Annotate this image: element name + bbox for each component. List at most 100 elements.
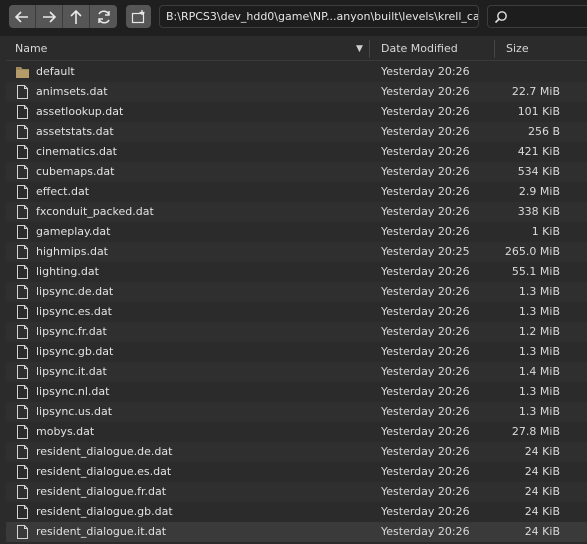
file-icon: [16, 305, 29, 319]
file-name: effect.dat: [36, 185, 90, 198]
file-date-modified: Yesterday 20:26: [381, 145, 470, 158]
file-name: animsets.dat: [36, 85, 108, 98]
file-date-modified: Yesterday 20:26: [381, 445, 470, 458]
file-date-modified: Yesterday 20:26: [381, 485, 470, 498]
file-row[interactable]: lipsync.es.dat Yesterday 20:26 1.3 MiB: [6, 302, 587, 322]
folder-icon: [16, 65, 29, 79]
file-name: lipsync.nl.dat: [36, 385, 110, 398]
file-row[interactable]: resident_dialogue.gb.dat Yesterday 20:26 2…: [6, 502, 587, 522]
file-row[interactable]: mobys.dat Yesterday 20:26 27.8 MiB: [6, 422, 587, 442]
file-row[interactable]: assetlookup.dat Yesterday 20:26 101 KiB: [6, 102, 587, 122]
file-icon: [16, 85, 29, 99]
file-row[interactable]: default Yesterday 20:26: [6, 62, 587, 82]
file-date-modified: Yesterday 20:26: [381, 305, 470, 318]
file-size: 24 KiB: [524, 445, 560, 458]
file-row[interactable]: lipsync.us.dat Yesterday 20:26 1.3 MiB: [6, 402, 587, 422]
date-column-header[interactable]: Date Modified: [381, 38, 458, 60]
file-size: 22.7 MiB: [511, 85, 560, 98]
size-column-header[interactable]: Size: [506, 38, 529, 60]
file-size: 24 KiB: [524, 465, 560, 478]
arrow-left-icon: [14, 10, 28, 23]
file-name: resident_dialogue.de.dat: [36, 445, 173, 458]
file-size: 55.1 MiB: [511, 265, 560, 278]
file-row[interactable]: fxconduit_packed.dat Yesterday 20:26 338 K…: [6, 202, 587, 222]
file-size: 1.2 MiB: [518, 325, 560, 338]
file-date-modified: Yesterday 20:26: [381, 105, 470, 118]
file-name: default: [36, 65, 75, 78]
file-row[interactable]: cubemaps.dat Yesterday 20:26 534 KiB: [6, 162, 587, 182]
file-row[interactable]: lighting.dat Yesterday 20:26 55.1 MiB: [6, 262, 587, 282]
new-folder-button[interactable]: [126, 5, 151, 28]
file-row[interactable]: lipsync.gb.dat Yesterday 20:26 1.3 MiB: [6, 342, 587, 362]
file-icon: [16, 465, 29, 479]
file-row[interactable]: resident_dialogue.fr.dat Yesterday 20:26 2…: [6, 482, 587, 502]
file-date-modified: Yesterday 20:25: [381, 245, 470, 258]
file-size: 1.3 MiB: [518, 285, 560, 298]
file-name: lipsync.gb.dat: [36, 345, 114, 358]
column-divider[interactable]: [494, 40, 495, 58]
file-icon: [16, 265, 29, 279]
file-row[interactable]: lipsync.fr.dat Yesterday 20:26 1.2 MiB: [6, 322, 587, 342]
file-date-modified: Yesterday 20:26: [381, 85, 470, 98]
file-size: 421 KiB: [517, 145, 560, 158]
directory-path-input[interactable]: B:\RPCS3\dev_hdd0\game\NP...anyon\built\…: [159, 5, 479, 28]
file-icon: [16, 525, 29, 539]
file-name: lipsync.es.dat: [36, 305, 112, 318]
sort-descending-icon[interactable]: ▼: [356, 38, 363, 60]
back-button[interactable]: [9, 5, 36, 28]
file-row[interactable]: lipsync.nl.dat Yesterday 20:26 1.3 MiB: [6, 382, 587, 402]
file-icon: [16, 105, 29, 119]
file-size: 101 KiB: [517, 105, 560, 118]
file-date-modified: Yesterday 20:26: [381, 185, 470, 198]
file-date-modified: Yesterday 20:26: [381, 345, 470, 358]
file-date-modified: Yesterday 20:26: [381, 465, 470, 478]
file-icon: [16, 365, 29, 379]
column-divider[interactable]: [369, 40, 370, 58]
file-row[interactable]: animsets.dat Yesterday 20:26 22.7 MiB: [6, 82, 587, 102]
file-row[interactable]: resident_dialogue.es.dat Yesterday 20:26 2…: [6, 462, 587, 482]
file-size: 1.4 MiB: [518, 365, 560, 378]
file-size: 24 KiB: [524, 505, 560, 518]
file-name: resident_dialogue.it.dat: [36, 525, 167, 538]
search-icon: [494, 10, 507, 23]
name-column-header[interactable]: Name: [15, 38, 47, 60]
file-date-modified: Yesterday 20:26: [381, 165, 470, 178]
file-size: 338 KiB: [517, 205, 560, 218]
file-size: 27.8 MiB: [511, 425, 560, 438]
file-icon: [16, 145, 29, 159]
forward-button[interactable]: [36, 5, 63, 28]
file-icon: [16, 285, 29, 299]
parent-directory-button[interactable]: [63, 5, 90, 28]
file-date-modified: Yesterday 20:26: [381, 385, 470, 398]
file-date-modified: Yesterday 20:26: [381, 225, 470, 238]
file-date-modified: Yesterday 20:26: [381, 425, 470, 438]
toolbar: B:\RPCS3\dev_hdd0\game\NP...anyon\built\…: [0, 0, 587, 36]
file-icon: [16, 505, 29, 519]
file-date-modified: Yesterday 20:26: [381, 325, 470, 338]
file-row[interactable]: highmips.dat Yesterday 20:25 265.0 MiB: [6, 242, 587, 262]
file-size: 1.3 MiB: [518, 345, 560, 358]
file-row[interactable]: lipsync.it.dat Yesterday 20:26 1.4 MiB: [6, 362, 587, 382]
file-row[interactable]: resident_dialogue.it.dat Yesterday 20:26 2…: [6, 522, 587, 542]
file-name: highmips.dat: [36, 245, 108, 258]
file-icon: [16, 385, 29, 399]
refresh-button[interactable]: [90, 5, 117, 28]
file-row[interactable]: cinematics.dat Yesterday 20:26 421 KiB: [6, 142, 587, 162]
file-row[interactable]: effect.dat Yesterday 20:26 2.9 MiB: [6, 182, 587, 202]
file-name: lipsync.fr.dat: [36, 325, 107, 338]
file-row[interactable]: assetstats.dat Yesterday 20:26 256 B: [6, 122, 587, 142]
file-row[interactable]: resident_dialogue.de.dat Yesterday 20:26 2…: [6, 442, 587, 462]
file-date-modified: Yesterday 20:26: [381, 505, 470, 518]
file-date-modified: Yesterday 20:26: [381, 125, 470, 138]
file-size: 1.3 MiB: [518, 305, 560, 318]
refresh-icon: [97, 9, 110, 24]
file-size: 1 KiB: [531, 225, 560, 238]
search-input[interactable]: [487, 5, 587, 28]
file-row[interactable]: gameplay.dat Yesterday 20:26 1 KiB: [6, 222, 587, 242]
file-icon: [16, 345, 29, 359]
file-icon: [16, 205, 29, 219]
file-row[interactable]: lipsync.de.dat Yesterday 20:26 1.3 MiB: [6, 282, 587, 302]
file-name: cubemaps.dat: [36, 165, 115, 178]
file-icon: [16, 165, 29, 179]
file-date-modified: Yesterday 20:26: [381, 405, 470, 418]
